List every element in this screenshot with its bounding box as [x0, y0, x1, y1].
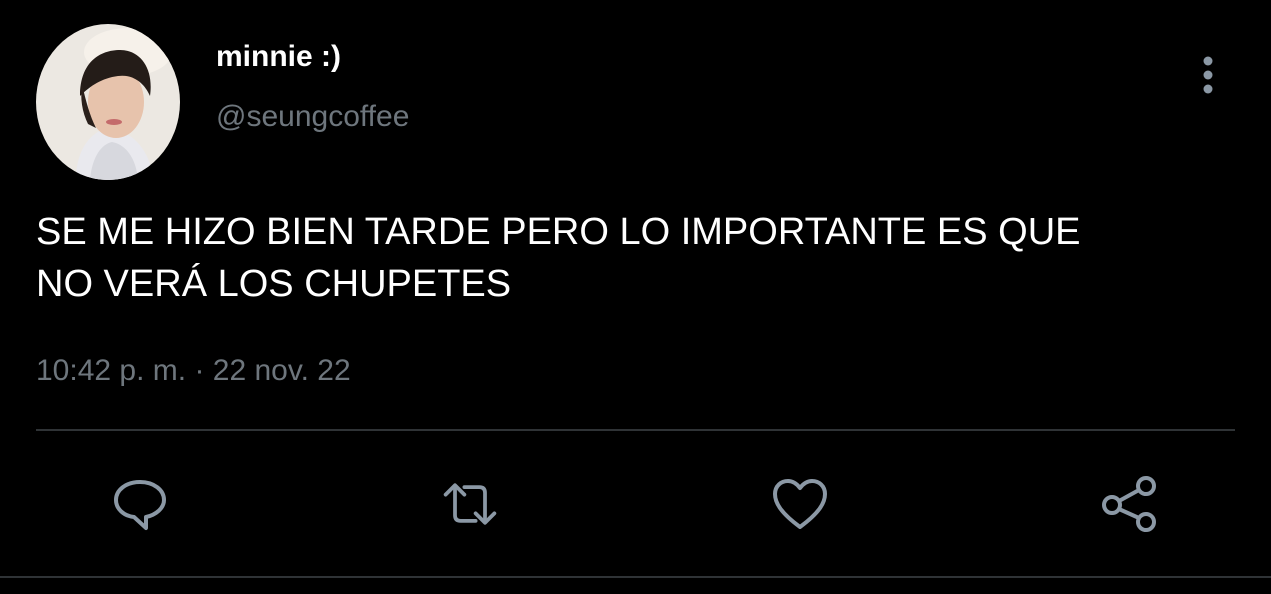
meta-separator: · — [194, 354, 205, 387]
more-options-button[interactable] — [1188, 52, 1228, 98]
bottom-divider — [0, 576, 1271, 578]
heart-icon — [773, 479, 827, 529]
tweet-date: 22 nov. 22 — [212, 354, 351, 387]
tweet-text: SE ME HIZO BIEN TARDE PERO LO IMPORTANTE… — [36, 206, 1236, 310]
more-vertical-icon — [1203, 56, 1213, 94]
reply-icon — [114, 480, 166, 530]
share-button[interactable] — [1100, 474, 1160, 534]
like-button[interactable] — [770, 474, 830, 534]
divider — [36, 429, 1235, 431]
tweet-text-line: SE ME HIZO BIEN TARDE PERO LO IMPORTANTE… — [36, 211, 1081, 253]
user-handle[interactable]: @seungcoffee — [216, 100, 409, 134]
retweet-icon — [443, 483, 497, 525]
reply-button[interactable] — [110, 474, 170, 534]
avatar[interactable] — [36, 24, 180, 180]
tweet-text-line: NO VERÁ LOS CHUPETES — [36, 263, 512, 305]
display-name[interactable]: minnie :) — [216, 40, 341, 74]
retweet-button[interactable] — [440, 474, 500, 534]
tweet-time: 10:42 p. m. — [36, 354, 187, 387]
tweet-timestamp[interactable]: 10:42 p. m. · 22 nov. 22 — [36, 354, 351, 388]
share-icon — [1102, 476, 1156, 532]
tweet-card: minnie :) @seungcoffee SE ME HIZO BIEN T… — [0, 0, 1271, 594]
